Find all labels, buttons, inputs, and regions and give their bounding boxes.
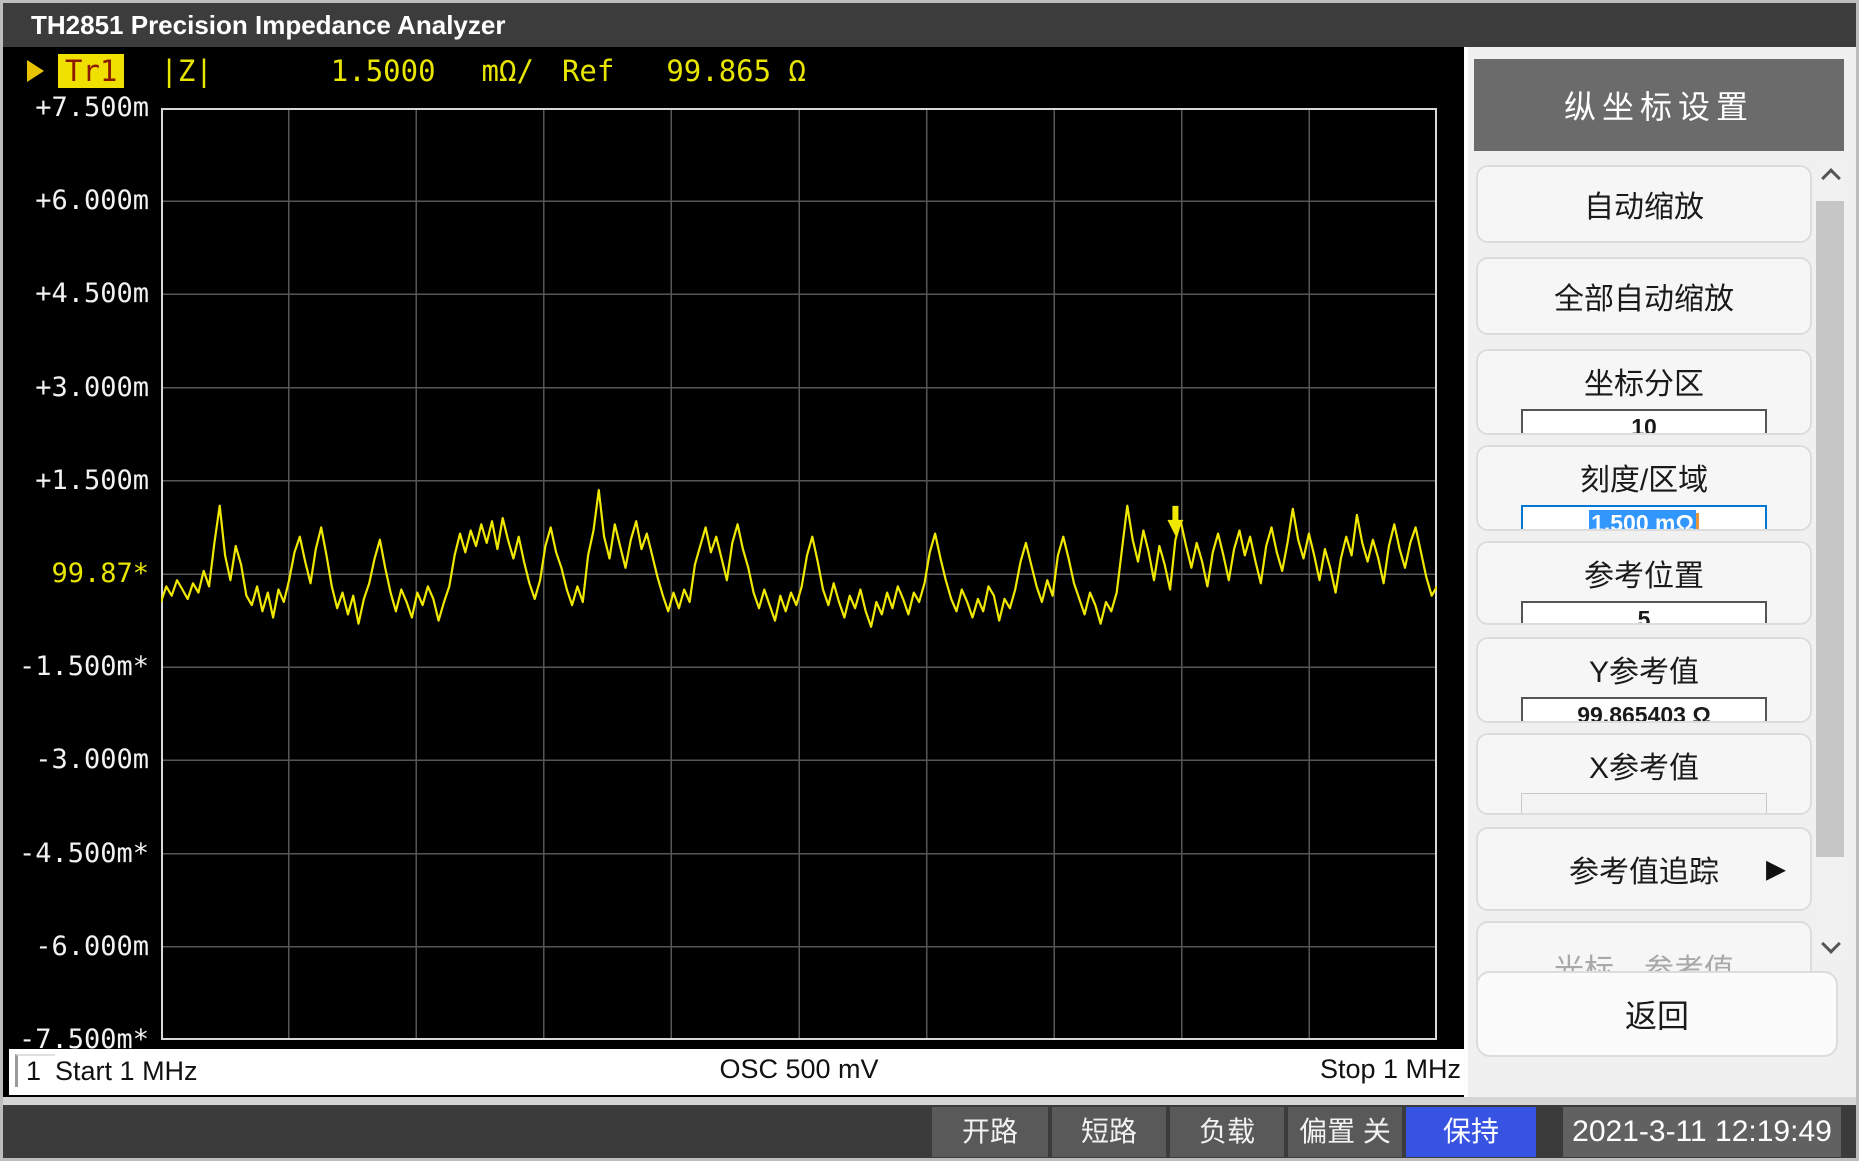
divisions-button[interactable]: 坐标分区 10 [1476, 349, 1812, 435]
divisions-label: 坐标分区 [1478, 359, 1810, 403]
y-axis-tick-label: +3.000m [3, 372, 149, 403]
back-button[interactable]: 返回 [1476, 971, 1838, 1057]
trace-plot [161, 108, 1437, 1040]
autoscale-button-label: 自动缩放 [1584, 182, 1704, 226]
autoscale-all-button[interactable]: 全部自动缩放 [1476, 257, 1812, 335]
channel-indicator: 1 [15, 1054, 55, 1087]
stop-frequency: Stop 1 MHz [1320, 1054, 1461, 1085]
trace-parameter-label: |Z| [160, 54, 212, 88]
short-correction-button[interactable]: 短路 [1052, 1107, 1166, 1157]
y-axis-tick-label: 99.87* [3, 558, 149, 589]
trace-marker-arrow-icon [1167, 506, 1183, 536]
reference-position-label: 参考位置 [1478, 551, 1810, 595]
text-caret [1696, 513, 1699, 531]
scale-per-division-input[interactable]: 1.500 mΩ [1521, 505, 1767, 531]
reference-tracking-button[interactable]: 参考值追踪 ▶ [1476, 827, 1812, 911]
trace-scale-value: 1.5000 [331, 54, 436, 88]
vertical-axis-settings-panel: 纵坐标设置 自动缩放 全部自动缩放 坐标分区 10 刻度/区域 1.500 mΩ… [1464, 47, 1856, 1097]
scale-per-division-button[interactable]: 刻度/区域 1.500 mΩ [1476, 445, 1812, 531]
active-trace-arrow-icon [27, 60, 44, 82]
divisions-input[interactable]: 10 [1521, 409, 1767, 435]
x-reference-value-button[interactable]: X参考值 [1476, 733, 1812, 815]
scale-per-division-label: 刻度/区域 [1478, 455, 1810, 499]
app-window: TH2851 Precision Impedance Analyzer Tr1 … [0, 0, 1859, 1161]
hold-button[interactable]: 保持 [1406, 1107, 1536, 1157]
trace-ref-value: 99.865 Ω [666, 54, 806, 88]
trace-scale-unit: mΩ/ [482, 54, 534, 88]
submenu-arrow-icon: ▶ [1766, 854, 1786, 885]
y-axis-tick-label: -1.500m* [3, 651, 149, 682]
panel-title: 纵坐标设置 [1474, 59, 1844, 151]
reference-tracking-label: 参考值追踪 [1569, 847, 1719, 891]
trace-grid-and-line [161, 108, 1437, 1040]
y-axis-tick-label: -6.000m [3, 931, 149, 962]
load-correction-button[interactable]: 负载 [1170, 1107, 1284, 1157]
y-axis-tick-labels: +7.500m+6.000m+4.500m+3.000m+1.500m99.87… [3, 108, 153, 1040]
x-reference-value-label: X参考值 [1478, 743, 1810, 787]
back-button-label: 返回 [1625, 991, 1689, 1037]
y-axis-tick-label: -4.500m* [3, 838, 149, 869]
chevron-up-icon[interactable] [1821, 168, 1841, 188]
y-reference-value-label: Y参考值 [1478, 647, 1810, 691]
bias-off-button[interactable]: 偏置 关 [1288, 1107, 1402, 1157]
status-bar-separator [3, 1097, 1856, 1105]
reference-position-input[interactable]: 5 [1521, 601, 1767, 625]
selected-text: 1.500 mΩ [1589, 510, 1696, 531]
status-bar: 开路 短路 负载 偏置 关 保持 2021-3-11 12:19:49 [3, 1105, 1856, 1158]
y-reference-value-input[interactable]: 99.865403 Ω [1521, 697, 1767, 723]
sweep-info-strip: 1Start 1 MHz OSC 500 mV Stop 1 MHz [9, 1049, 1471, 1095]
scrollbar-thumb[interactable] [1816, 201, 1844, 857]
y-axis-tick-label: +1.500m [3, 465, 149, 496]
osc-level-label: OSC 500 mV [161, 1054, 1437, 1085]
window-title: TH2851 Precision Impedance Analyzer [3, 3, 1856, 47]
y-axis-tick-label: +4.500m [3, 278, 149, 309]
datetime-display: 2021-3-11 12:19:49 [1563, 1107, 1841, 1157]
trace-name-badge[interactable]: Tr1 [58, 54, 124, 88]
x-reference-value-input[interactable] [1521, 793, 1767, 815]
panel-scrollbar[interactable] [1816, 161, 1844, 961]
trace-ref-label: Ref [562, 54, 614, 88]
autoscale-button[interactable]: 自动缩放 [1476, 165, 1812, 243]
measurement-area: Tr1 |Z| 1.5000 mΩ/ Ref 99.865 Ω +7.500m +… [3, 47, 1464, 1097]
y-axis-tick-label: +7.500m [3, 92, 149, 123]
y-axis-tick-label: +6.000m [3, 185, 149, 216]
open-correction-button[interactable]: 开路 [932, 1107, 1048, 1157]
chevron-down-icon[interactable] [1821, 934, 1841, 954]
y-axis-tick-label: -3.000m [3, 744, 149, 775]
autoscale-all-button-label: 全部自动缩放 [1554, 274, 1734, 318]
trace-status-bar: Tr1 |Z| 1.5000 mΩ/ Ref 99.865 Ω [27, 51, 806, 91]
reference-position-button[interactable]: 参考位置 5 [1476, 541, 1812, 625]
y-reference-value-button[interactable]: Y参考值 99.865403 Ω [1476, 637, 1812, 723]
